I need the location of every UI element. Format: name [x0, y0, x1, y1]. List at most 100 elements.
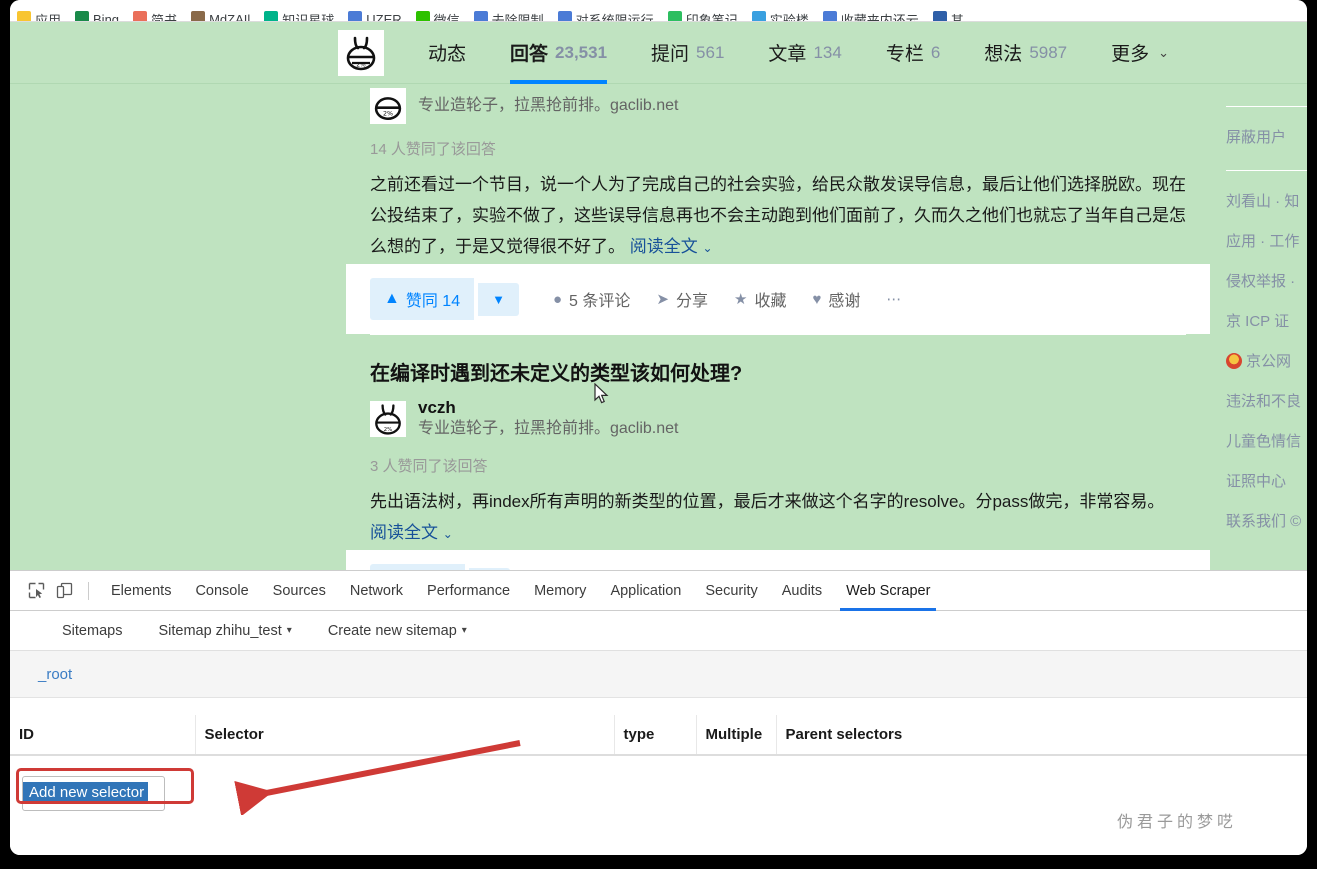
selectors-table-wrap: ID Selector type Multiple Parent selectors A…	[10, 715, 1307, 811]
nav-tab-count: 561	[696, 42, 725, 62]
avatar-image: 2%	[370, 401, 406, 438]
bookmark-item-12[interactable]: 其	[926, 7, 971, 22]
question-title[interactable]: 在编译时遇到还未定义的类型该如何处理?	[370, 357, 1186, 386]
sidebar-footer-link-label: 应用 · 工作	[1226, 233, 1300, 250]
voters-count: 14 人赞同了该回答	[370, 141, 496, 158]
upvote-label: 赞同 14	[405, 293, 461, 310]
sidebar-footer-link-label: 联系我们 ©	[1226, 513, 1302, 530]
nav-tab-label: 更多	[1111, 44, 1150, 65]
web-scraper-subnav: Sitemaps Sitemap zhihu_test ▾ Create new si…	[10, 611, 1307, 651]
wechat-icon	[415, 11, 430, 21]
devtools-tab-elements[interactable]: Elements	[99, 571, 183, 611]
breadcrumb: _root	[10, 651, 1307, 698]
sidebar-footer-link-3[interactable]: 京 ICP 证	[1226, 311, 1307, 332]
upvote-button[interactable]: ▲ 赞同 14	[370, 278, 475, 320]
sidebar-footer-link-4[interactable]: 京公网	[1226, 351, 1307, 372]
apps-grid-icon	[17, 11, 31, 21]
sidebar-divider	[1226, 170, 1307, 171]
browser-window: 应用 Bing 简书 MdZAIl 知识星球 UZER 微信 去除限制 对系统限运行 印象笔记 实验…	[10, 0, 1307, 855]
devtools-tab-web-scraper[interactable]: Web Scraper	[834, 571, 942, 611]
nav-tab-2[interactable]: 提问 561	[629, 22, 746, 84]
more-actions-button[interactable]: ⋯	[886, 290, 901, 308]
globe-icon	[822, 11, 837, 21]
bookmark-item-0[interactable]: 应用	[10, 7, 68, 22]
comment-button[interactable]: ● 5 条评论	[553, 287, 630, 311]
bookmark-item-1[interactable]: Bing	[68, 7, 126, 21]
sidebar-footer-link-label: 儿童色情信	[1226, 433, 1302, 450]
sidebar-footer-link-label: 证照中心	[1226, 473, 1287, 490]
bookmark-item-10[interactable]: 实验楼	[745, 7, 816, 21]
sidebar-footer-link-6[interactable]: 儿童色情信	[1226, 431, 1307, 452]
bookmark-item-5[interactable]: UZER	[341, 7, 408, 21]
svg-text:2%: 2%	[356, 61, 366, 68]
nav-tab-4[interactable]: 专栏 6	[864, 22, 962, 84]
devtools-tab-memory[interactable]: Memory	[522, 571, 598, 611]
read-more-link[interactable]: 阅读全文 ⌄	[370, 523, 453, 542]
device-toolbar-icon[interactable]	[50, 577, 78, 605]
read-more-link[interactable]: 阅读全文 ⌄	[630, 237, 713, 256]
author-name[interactable]: vczh	[418, 398, 679, 418]
favorite-button[interactable]: ★ 收藏	[734, 287, 786, 311]
toolbar-divider	[88, 581, 89, 600]
bookmark-item-9[interactable]: 印象笔记	[661, 7, 745, 21]
share-button[interactable]: ➤ 分享	[656, 287, 708, 311]
sidebar-item-block-user[interactable]: 屏蔽用户	[1226, 127, 1307, 148]
inspect-element-glyph	[28, 582, 44, 599]
bookmark-item-3[interactable]: MdZAIl	[184, 7, 257, 22]
nav-tab-1[interactable]: 回答 23,531	[488, 22, 629, 84]
profile-nav-bar: 2% 动态 回答 23,531 提问 561 文章 134 专栏 6 想法 5987 更多 ⌄	[10, 22, 1307, 84]
answer-body-text: 之前还看过一个节目，说一个人为了完成自己的社会实验，给民众散发误导信息，最后让他…	[370, 175, 1186, 256]
breadcrumb-root[interactable]: _root	[38, 666, 72, 683]
bookmark-item-6[interactable]: 微信	[409, 7, 467, 21]
nav-tab-0[interactable]: 动态	[406, 22, 488, 84]
svg-text:2%: 2%	[384, 428, 393, 434]
bookmark-label: 应用	[35, 12, 62, 22]
scraper-subnav-2[interactable]: Create new sitemap ▾	[310, 623, 485, 639]
sidebar-footer-link-8[interactable]: 联系我们 ©	[1226, 511, 1307, 532]
devtools-tab-application[interactable]: Application	[598, 571, 693, 611]
sidebar-footer-link-7[interactable]: 证照中心	[1226, 471, 1307, 492]
devtools-tab-sources[interactable]: Sources	[261, 571, 338, 611]
nav-tab-6[interactable]: 更多 ⌄	[1089, 22, 1191, 84]
bookmark-item-8[interactable]: 对系统限运行	[551, 7, 661, 21]
bookmark-item-11[interactable]: 收藏夹内还云	[816, 7, 926, 21]
nav-tab-count: 23,531	[555, 42, 608, 62]
devtools-tab-audits[interactable]: Audits	[770, 571, 834, 611]
avatar[interactable]: 2%	[370, 401, 406, 438]
scraper-subnav-0[interactable]: Sitemaps	[44, 623, 140, 639]
bookmark-label: MdZAIl	[209, 11, 251, 22]
bookmark-item-2[interactable]: 简书	[126, 7, 184, 21]
sidebar-footer-link-5[interactable]: 违法和不良	[1226, 391, 1307, 412]
nav-tab-label: 文章	[768, 44, 807, 65]
devtools-tab-security[interactable]: Security	[693, 571, 769, 611]
inspect-element-icon[interactable]	[22, 577, 50, 605]
answer-action-bar: ▲ 赞同 14 ▼ ● 5 条评论 ➤ 分享 ★ 收藏 ♥ 感谢 ⋯	[346, 264, 1210, 334]
bookmark-item-4[interactable]: 知识星球	[257, 7, 341, 21]
avatar[interactable]: 2%	[370, 88, 406, 124]
bookmark-label: 其	[950, 12, 964, 22]
sidebar-footer-link-1[interactable]: 应用 · 工作	[1226, 231, 1307, 252]
heart-icon: ♥	[812, 290, 822, 308]
author-bio: 专业造轮子，拉黑抢前排。gaclib.net	[418, 96, 679, 114]
devtools-tab-performance[interactable]: Performance	[415, 571, 522, 611]
scraper-subnav-1[interactable]: Sitemap zhihu_test ▾	[140, 623, 309, 639]
avatar-image: 2%	[341, 32, 381, 73]
thanks-button[interactable]: ♥ 感谢	[812, 287, 860, 311]
avatar[interactable]: 2%	[338, 29, 384, 76]
evernote-icon	[667, 11, 682, 21]
sidebar-footer-link-0[interactable]: 刘看山 · 知	[1226, 191, 1307, 212]
nav-tab-3[interactable]: 文章 134	[746, 22, 863, 84]
table-header-selector: Selector	[195, 715, 615, 756]
add-new-selector-button[interactable]: Add new selector	[22, 776, 166, 811]
bookmark-item-7[interactable]: 去除限制	[467, 7, 551, 21]
photo-icon	[191, 11, 206, 21]
caret-down-icon: ▾	[286, 625, 292, 636]
devtools-tab-console[interactable]: Console	[183, 571, 260, 611]
devtools-tab-network[interactable]: Network	[338, 571, 415, 611]
sidebar-footer-link-2[interactable]: 侵权举报 ·	[1226, 271, 1307, 292]
nav-tab-5[interactable]: 想法 5987	[962, 22, 1089, 84]
devtools-panel: Elements Console Sources Network Performance…	[10, 570, 1307, 855]
downvote-button[interactable]: ▼	[478, 282, 519, 316]
book-icon	[932, 11, 947, 21]
devtools-tab-bar: Elements Console Sources Network Performance…	[10, 571, 1307, 611]
